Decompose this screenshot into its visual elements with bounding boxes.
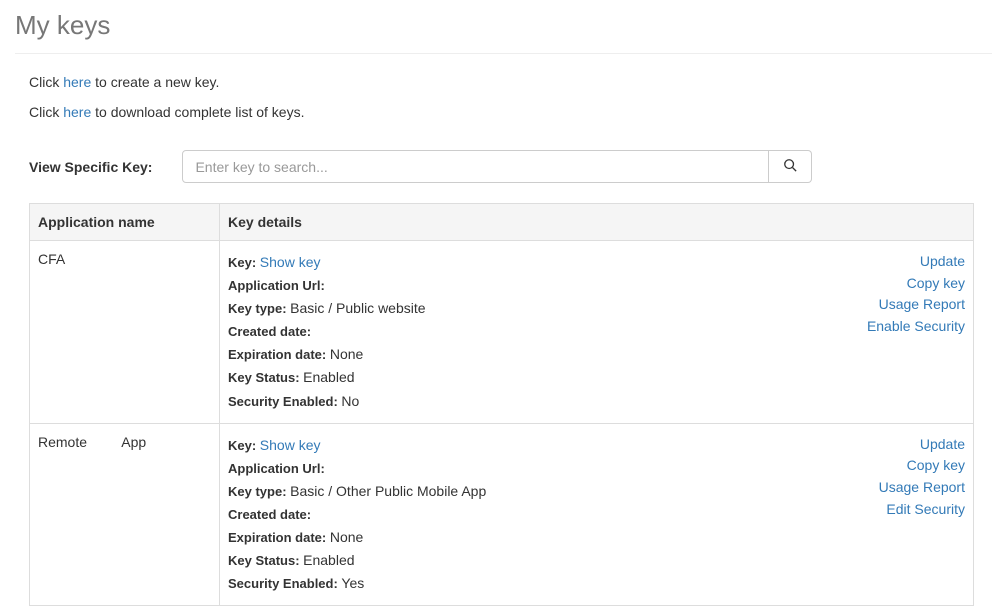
search-input-group — [182, 150, 812, 183]
table-row: Remote AppKey: Show key Application Url: … — [30, 423, 974, 606]
cell-key-details: Key: Show key Application Url: Key type: … — [220, 241, 974, 424]
action-link[interactable]: Enable Security — [867, 316, 965, 338]
show-key-link[interactable]: Show key — [260, 254, 321, 270]
detail-label: Key Status: — [228, 553, 303, 568]
detail-value: None — [330, 529, 363, 545]
detail-value: Enabled — [303, 369, 354, 385]
intro-download-keys: Click here to download complete list of … — [29, 104, 992, 120]
detail-label: Key Status: — [228, 370, 303, 385]
detail-line: Key type: Basic / Other Public Mobile Ap… — [228, 480, 486, 503]
cell-key-details: Key: Show key Application Url: Key type: … — [220, 423, 974, 606]
detail-value: None — [330, 346, 363, 362]
row-actions: UpdateCopy keyUsage ReportEdit Security — [879, 434, 965, 596]
details-left: Key: Show key Application Url: Key type: … — [228, 251, 426, 413]
detail-line: Security Enabled: Yes — [228, 572, 486, 595]
action-link[interactable]: Copy key — [867, 273, 965, 295]
detail-label: Created date: — [228, 507, 311, 522]
header-key-details: Key details — [220, 204, 974, 241]
detail-line: Expiration date: None — [228, 343, 426, 366]
search-button[interactable] — [769, 150, 812, 183]
detail-label: Key type: — [228, 301, 290, 316]
detail-line: Key Status: Enabled — [228, 549, 486, 572]
detail-line: Created date: — [228, 320, 426, 343]
keys-table: Application name Key details CFAKey: Sho… — [29, 203, 974, 606]
detail-label: Security Enabled: — [228, 394, 341, 409]
cell-app-name: CFA — [30, 241, 220, 424]
intro-text: to download complete list of keys. — [91, 104, 304, 120]
detail-label: Key type: — [228, 484, 290, 499]
detail-label: Application Url: — [228, 461, 325, 476]
action-link[interactable]: Update — [879, 434, 965, 456]
detail-line: Key Status: Enabled — [228, 366, 426, 389]
search-label: View Specific Key: — [29, 159, 152, 175]
download-keys-link[interactable]: here — [63, 104, 91, 120]
header-app-name: Application name — [30, 204, 220, 241]
detail-label: Expiration date: — [228, 347, 330, 362]
table-header-row: Application name Key details — [30, 204, 974, 241]
detail-line: Application Url: — [228, 457, 486, 480]
detail-value: Enabled — [303, 552, 354, 568]
detail-label: Created date: — [228, 324, 311, 339]
row-actions: UpdateCopy keyUsage ReportEnable Securit… — [867, 251, 965, 413]
action-link[interactable]: Copy key — [879, 455, 965, 477]
search-icon — [783, 158, 797, 175]
detail-value: Basic / Other Public Mobile App — [290, 483, 486, 499]
action-link[interactable]: Edit Security — [879, 499, 965, 521]
detail-label: Key: — [228, 438, 260, 453]
intro-text: Click — [29, 74, 63, 90]
detail-line: Security Enabled: No — [228, 390, 426, 413]
create-key-link[interactable]: here — [63, 74, 91, 90]
detail-value: No — [341, 393, 359, 409]
intro-create-key: Click here to create a new key. — [29, 74, 992, 90]
action-link[interactable]: Update — [867, 251, 965, 273]
detail-line: Expiration date: None — [228, 526, 486, 549]
detail-label: Application Url: — [228, 278, 325, 293]
divider — [15, 53, 992, 54]
action-link[interactable]: Usage Report — [867, 294, 965, 316]
detail-line: Key: Show key — [228, 434, 486, 457]
show-key-link[interactable]: Show key — [260, 437, 321, 453]
search-input[interactable] — [182, 150, 769, 183]
detail-value: Basic / Public website — [290, 300, 425, 316]
intro-text: to create a new key. — [91, 74, 219, 90]
details-left: Key: Show key Application Url: Key type: … — [228, 434, 486, 596]
detail-line: Key type: Basic / Public website — [228, 297, 426, 320]
detail-line: Application Url: — [228, 274, 426, 297]
intro-text: Click — [29, 104, 63, 120]
detail-line: Key: Show key — [228, 251, 426, 274]
table-row: CFA Key: Show key Application Url: Key typ… — [30, 241, 974, 424]
cell-app-name: Remote App — [30, 423, 220, 606]
detail-label: Expiration date: — [228, 530, 330, 545]
page-title: My keys — [15, 10, 992, 41]
action-link[interactable]: Usage Report — [879, 477, 965, 499]
search-row: View Specific Key: — [29, 150, 992, 183]
detail-label: Key: — [228, 255, 260, 270]
detail-line: Created date: — [228, 503, 486, 526]
